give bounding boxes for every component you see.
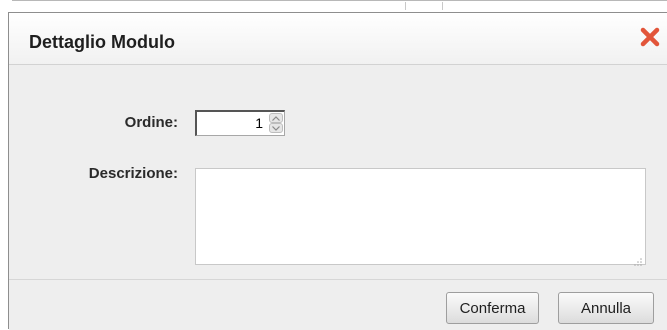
close-icon[interactable] [639, 26, 661, 48]
column-divider [405, 2, 406, 10]
spin-up-button[interactable] [269, 113, 283, 123]
resize-grip-icon[interactable] [634, 253, 642, 266]
confirm-button[interactable]: Conferma [446, 292, 539, 324]
chevron-up-icon [272, 115, 280, 121]
ordine-input[interactable] [197, 112, 265, 134]
module-detail-dialog: Dettaglio Modulo Ordine: 1 Descrizione: … [8, 12, 667, 330]
ordine-label: Ordine: [124, 114, 178, 131]
descrizione-field[interactable] [195, 168, 646, 266]
descrizione-textarea[interactable] [196, 169, 645, 264]
spinner-buttons [269, 113, 283, 133]
column-divider [442, 2, 443, 10]
spin-down-button[interactable] [269, 123, 283, 133]
dialog-titlebar: Dettaglio Modulo [9, 13, 667, 65]
dialog-body: Ordine: Descrizione: [9, 65, 667, 279]
cancel-button[interactable]: Annulla [558, 292, 654, 324]
dialog-title: Dettaglio Modulo [29, 32, 175, 52]
dialog-footer: Conferma Annulla [9, 279, 667, 330]
ordine-spinner[interactable] [195, 110, 285, 136]
chevron-down-icon [272, 125, 280, 131]
descrizione-label: Descrizione: [88, 165, 178, 182]
